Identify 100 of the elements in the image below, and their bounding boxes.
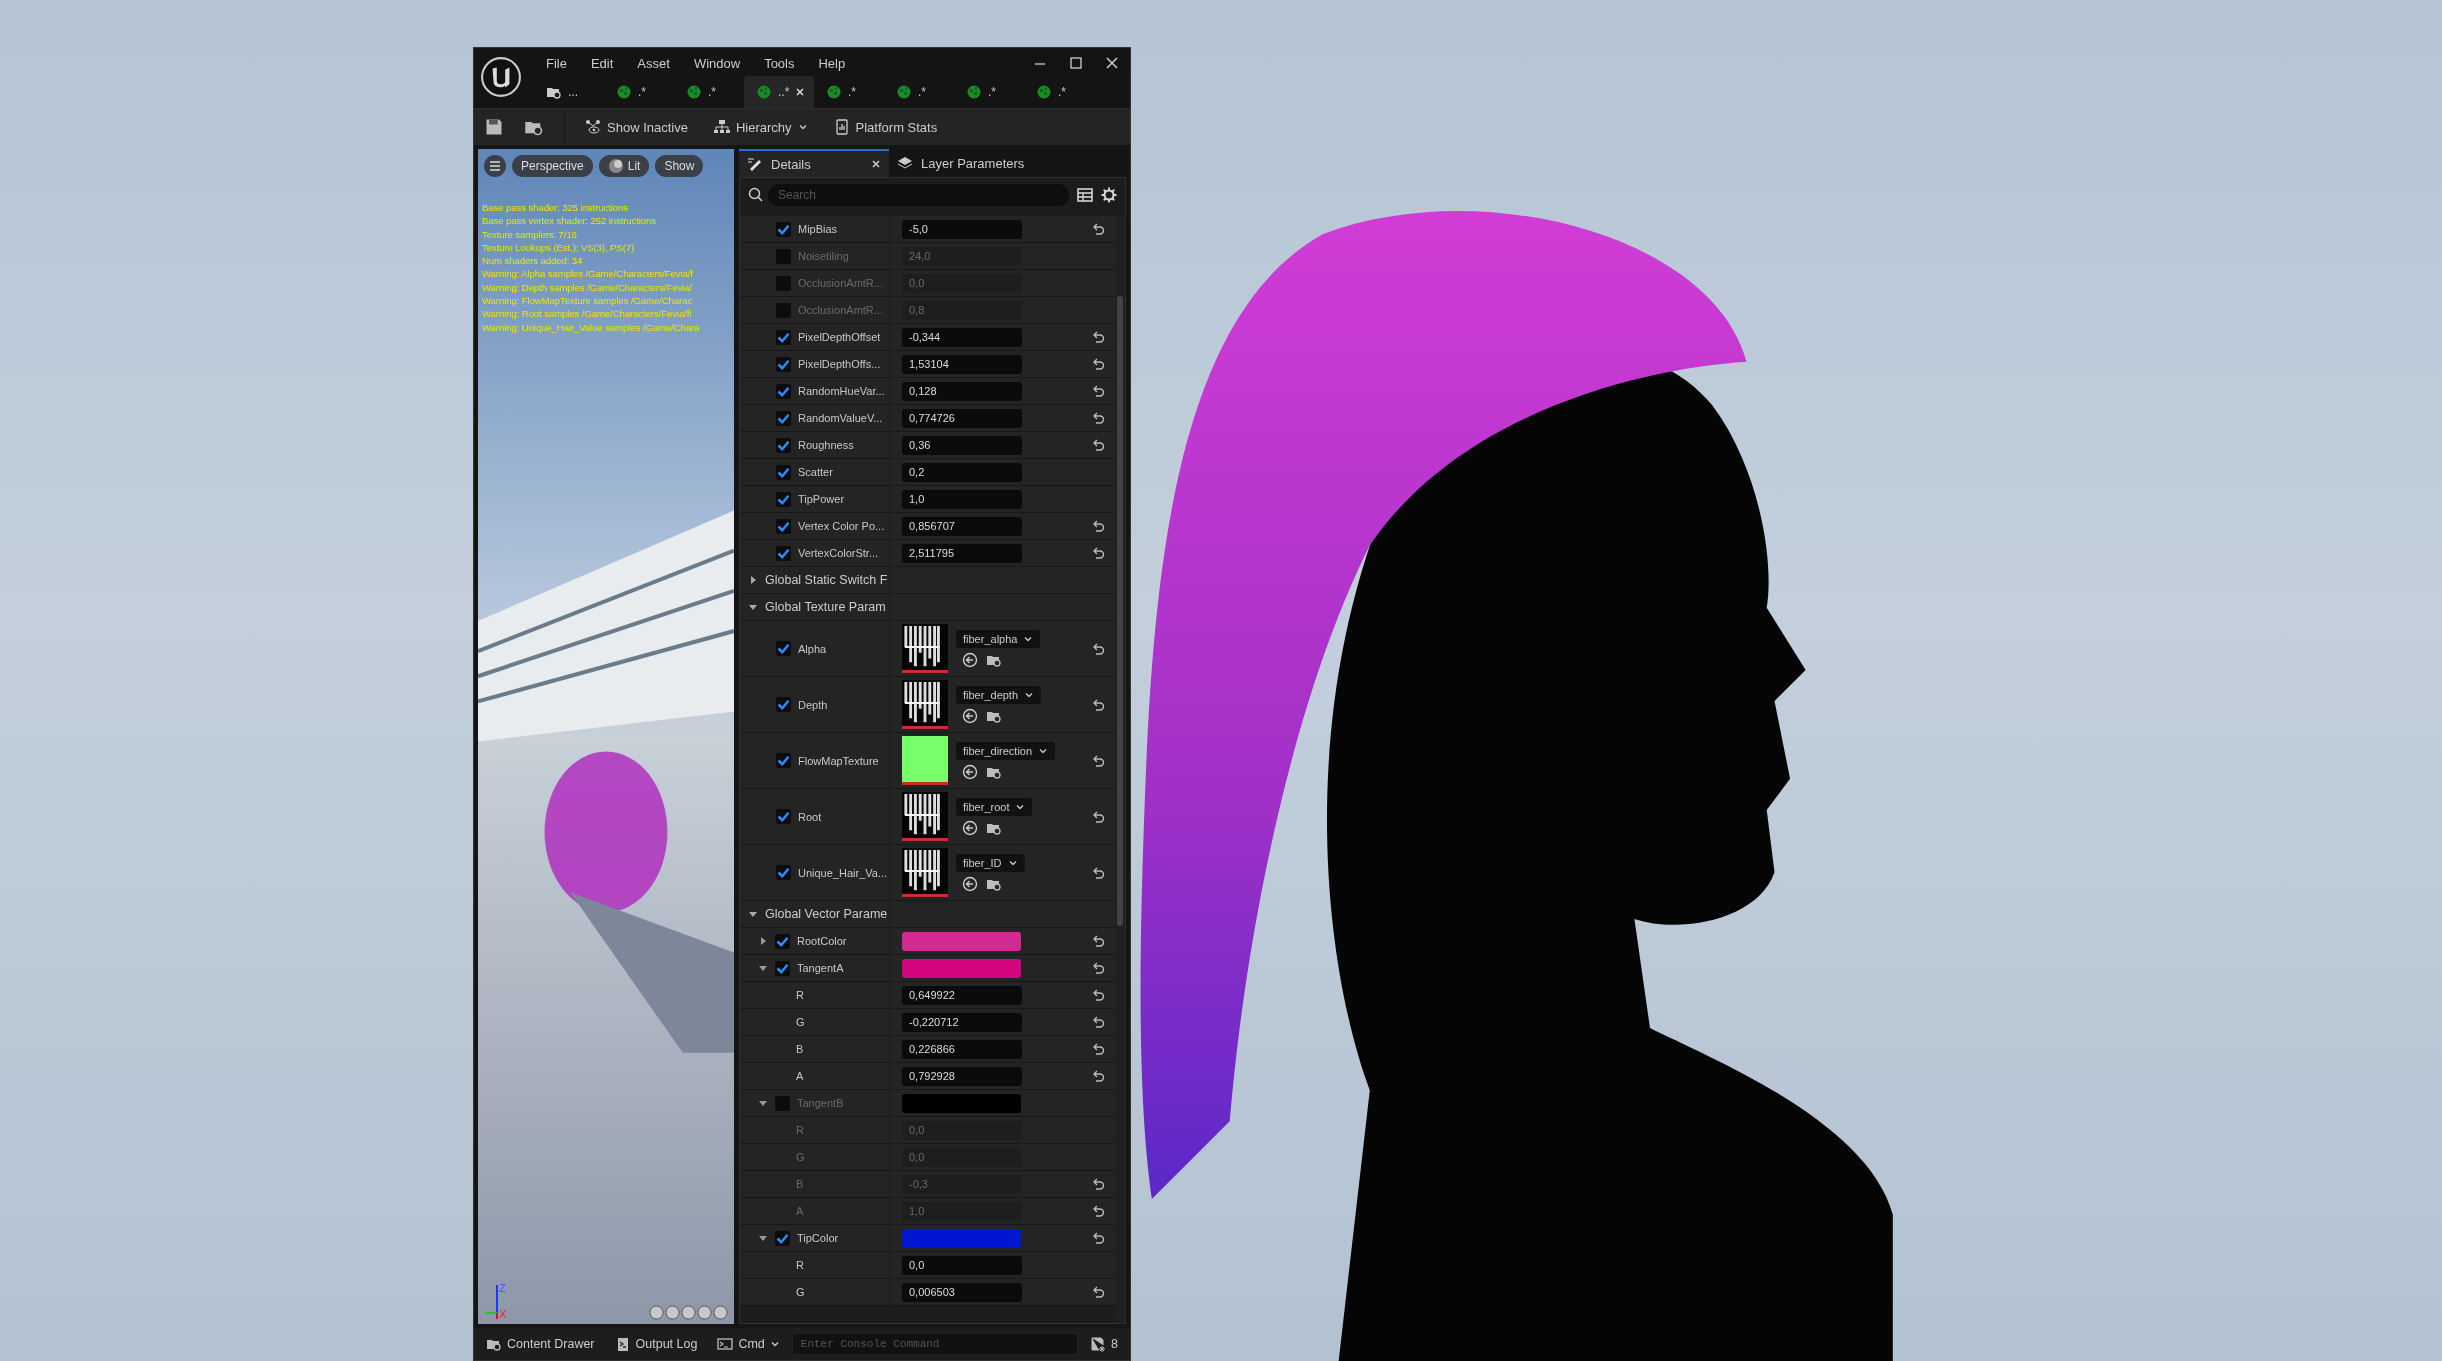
lit-mode-button[interactable]: Lit bbox=[598, 155, 650, 177]
panel-tab[interactable]: Layer Parameters bbox=[889, 149, 1033, 177]
checkbox[interactable] bbox=[776, 437, 791, 453]
category-header[interactable]: Global Static Switch F bbox=[765, 573, 888, 587]
value-field[interactable]: 0,2 bbox=[902, 462, 1022, 482]
perspective-button[interactable]: Perspective bbox=[512, 155, 593, 177]
expander-icon[interactable] bbox=[748, 575, 758, 585]
checkbox[interactable] bbox=[775, 960, 790, 976]
console-command-field[interactable]: Enter Console Command bbox=[791, 1333, 1079, 1355]
reset-icon[interactable] bbox=[1091, 698, 1105, 711]
checkbox[interactable] bbox=[776, 809, 791, 824]
reset-icon[interactable] bbox=[1091, 1016, 1105, 1028]
table-view-icon[interactable] bbox=[1077, 187, 1093, 203]
category-header[interactable]: Global Vector Parame bbox=[765, 907, 888, 921]
close-icon[interactable] bbox=[871, 159, 881, 169]
reset-icon[interactable] bbox=[1091, 810, 1105, 823]
texture-thumbnail[interactable] bbox=[902, 792, 948, 841]
reset-icon[interactable] bbox=[1091, 1178, 1105, 1190]
color-swatch[interactable] bbox=[902, 1228, 1021, 1248]
value-field[interactable]: 0,006503 bbox=[902, 1282, 1022, 1302]
value-field[interactable]: 1,0 bbox=[902, 489, 1022, 509]
checkbox[interactable] bbox=[775, 933, 790, 949]
menu-item[interactable]: Tools bbox=[752, 55, 807, 71]
document-tab[interactable]: .* bbox=[674, 76, 744, 108]
reset-icon[interactable] bbox=[1091, 439, 1105, 451]
asset-dropdown[interactable]: fiber_direction bbox=[956, 741, 1056, 760]
document-tab[interactable]: ... bbox=[534, 76, 604, 108]
checkbox[interactable] bbox=[776, 865, 791, 880]
reset-icon[interactable] bbox=[1091, 412, 1105, 424]
value-field[interactable]: -5,0 bbox=[902, 219, 1022, 239]
expander-icon[interactable] bbox=[758, 963, 768, 973]
output-log-button[interactable]: Output Log bbox=[606, 1333, 706, 1355]
checkbox[interactable] bbox=[776, 275, 791, 291]
asset-dropdown[interactable]: fiber_depth bbox=[956, 685, 1042, 704]
checkbox[interactable] bbox=[776, 302, 791, 318]
arrow-circle-icon[interactable] bbox=[962, 651, 978, 668]
arrow-circle-icon[interactable] bbox=[962, 763, 978, 780]
reset-icon[interactable] bbox=[1091, 962, 1105, 974]
document-tab[interactable]: ..* bbox=[744, 76, 814, 108]
show-button[interactable]: Show bbox=[655, 155, 704, 177]
color-swatch[interactable] bbox=[902, 931, 1021, 951]
toolbar-button[interactable]: Platform Stats bbox=[827, 115, 944, 139]
close-icon[interactable] bbox=[1104, 55, 1120, 71]
reset-icon[interactable] bbox=[1091, 866, 1105, 879]
texture-thumbnail[interactable] bbox=[902, 848, 948, 897]
reset-icon[interactable] bbox=[1091, 331, 1105, 343]
reset-icon[interactable] bbox=[1091, 1043, 1105, 1055]
close-icon[interactable] bbox=[795, 87, 806, 97]
value-field[interactable]: 2,511795 bbox=[902, 543, 1022, 563]
save-icon[interactable] bbox=[484, 117, 504, 137]
document-tab[interactable]: .* bbox=[1024, 76, 1094, 108]
scrollbar-thumb[interactable] bbox=[1117, 296, 1123, 926]
checkbox[interactable] bbox=[776, 545, 791, 561]
reset-icon[interactable] bbox=[1091, 1286, 1105, 1298]
asset-dropdown[interactable]: fiber_alpha bbox=[956, 629, 1041, 648]
value-field[interactable]: -0,344 bbox=[902, 327, 1022, 347]
checkbox[interactable] bbox=[776, 329, 791, 345]
checkbox[interactable] bbox=[776, 464, 791, 480]
preview-shape-icon[interactable] bbox=[713, 1305, 728, 1320]
arrow-circle-icon[interactable] bbox=[962, 707, 978, 724]
checkbox[interactable] bbox=[776, 383, 791, 399]
preview-shape-icon[interactable] bbox=[649, 1305, 664, 1320]
reset-icon[interactable] bbox=[1091, 358, 1105, 370]
value-field[interactable]: 0,128 bbox=[902, 381, 1022, 401]
reset-icon[interactable] bbox=[1091, 754, 1105, 767]
checkbox[interactable] bbox=[776, 491, 791, 507]
document-tab[interactable]: .* bbox=[814, 76, 884, 108]
color-swatch[interactable] bbox=[902, 1093, 1021, 1113]
reset-icon[interactable] bbox=[1091, 642, 1105, 655]
settings-icon[interactable] bbox=[1101, 187, 1117, 203]
checkbox[interactable] bbox=[775, 1095, 790, 1111]
menu-item[interactable]: Asset bbox=[625, 55, 682, 71]
checkbox[interactable] bbox=[776, 518, 791, 534]
maximize-icon[interactable] bbox=[1068, 55, 1084, 71]
unsaved-assets-button[interactable]: 8 bbox=[1082, 1333, 1126, 1355]
menu-item[interactable]: File bbox=[534, 55, 579, 71]
value-field[interactable]: 1,53104 bbox=[902, 354, 1022, 374]
checkbox[interactable] bbox=[775, 1230, 790, 1246]
document-tab[interactable]: .* bbox=[884, 76, 954, 108]
preview-shape-icon[interactable] bbox=[697, 1305, 712, 1320]
asset-dropdown[interactable]: fiber_ID bbox=[956, 853, 1025, 872]
reset-icon[interactable] bbox=[1091, 989, 1105, 1001]
value-field[interactable]: -0,220712 bbox=[902, 1012, 1022, 1032]
value-field[interactable]: 0,856707 bbox=[902, 516, 1022, 536]
cmd-dropdown[interactable]: Cmd bbox=[709, 1333, 788, 1355]
texture-thumbnail[interactable] bbox=[902, 680, 948, 729]
hierarchy-dropdown[interactable]: Hierarchy bbox=[707, 115, 814, 139]
arrow-circle-icon[interactable] bbox=[962, 875, 978, 892]
reset-icon[interactable] bbox=[1091, 520, 1105, 532]
checkbox[interactable] bbox=[776, 221, 791, 237]
reset-icon[interactable] bbox=[1091, 1205, 1105, 1217]
reset-icon[interactable] bbox=[1091, 385, 1105, 397]
expander-icon[interactable] bbox=[758, 1098, 768, 1108]
menu-item[interactable]: Edit bbox=[578, 55, 626, 71]
value-field[interactable]: 0,792928 bbox=[902, 1066, 1022, 1086]
arrow-circle-icon[interactable] bbox=[962, 819, 978, 836]
color-swatch[interactable] bbox=[902, 958, 1021, 978]
preview-shape-icon[interactable] bbox=[665, 1305, 680, 1320]
reset-icon[interactable] bbox=[1091, 547, 1105, 559]
texture-thumbnail[interactable] bbox=[902, 736, 948, 785]
